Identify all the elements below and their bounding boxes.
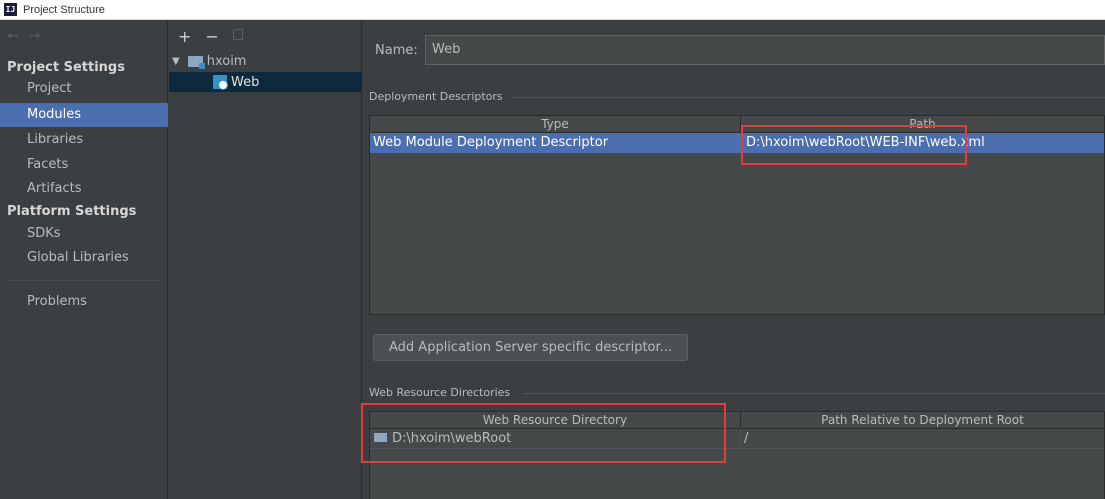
nav-arrows: ← → — [7, 28, 40, 44]
name-input[interactable]: Web — [425, 35, 1105, 65]
add-icon[interactable]: + — [178, 27, 191, 46]
add-server-descriptor-button[interactable]: Add Application Server specific descript… — [373, 334, 689, 361]
copy-icon[interactable] — [232, 29, 243, 40]
title-bar: IJ Project Structure — [0, 0, 1105, 20]
web-folder-icon — [374, 433, 387, 442]
sidebar-item-problems[interactable]: Problems — [0, 290, 168, 314]
resource-dir-label: D:\hxoim\webRoot — [392, 431, 512, 446]
group-divider — [523, 393, 1105, 394]
table-row[interactable]: D:\hxoim\webRoot / — [370, 429, 1104, 449]
module-folder-icon — [187, 55, 205, 69]
sidebar-item-project[interactable]: Project — [0, 77, 168, 101]
column-header-type[interactable]: Type — [370, 116, 741, 132]
sidebar-divider — [8, 280, 160, 281]
resource-dir-cell: D:\hxoim\webRoot — [370, 429, 741, 448]
table-row[interactable]: Web Module Deployment Descriptor D:\hxoi… — [370, 133, 1104, 153]
project-settings-header: Project Settings — [7, 60, 125, 75]
descriptor-type-cell: Web Module Deployment Descriptor — [373, 135, 609, 150]
platform-settings-header: Platform Settings — [7, 204, 137, 219]
tree-node-label: hxoim — [206, 53, 247, 69]
web-facet-icon — [213, 75, 228, 90]
relative-path-cell: / — [743, 431, 749, 446]
group-divider — [513, 97, 1105, 98]
tree-node-label: Web — [231, 74, 260, 90]
sidebar-item-global-libraries[interactable]: Global Libraries — [0, 246, 168, 270]
sidebar-item-sdks[interactable]: SDKs — [0, 222, 168, 246]
deployment-descriptors-table[interactable]: Type Path Web Module Deployment Descript… — [369, 115, 1105, 315]
remove-icon[interactable]: − — [205, 27, 218, 46]
table-header: Web Resource Directory Path Relative to … — [370, 412, 1104, 429]
sidebar-item-modules[interactable]: Modules — [0, 103, 168, 127]
name-label: Name: — [375, 43, 418, 58]
forward-arrow-icon[interactable]: → — [29, 28, 41, 44]
column-header-path[interactable]: Path — [741, 116, 1104, 132]
sidebar-item-facets[interactable]: Facets — [0, 153, 168, 177]
intellij-logo-icon: IJ — [4, 3, 17, 16]
table-header: Type Path — [370, 116, 1104, 133]
deployment-descriptors-title: Deployment Descriptors — [369, 90, 503, 103]
column-header-path-relative[interactable]: Path Relative to Deployment Root — [741, 412, 1104, 428]
sidebar-item-libraries[interactable]: Libraries — [0, 128, 168, 152]
facet-settings-panel: Name: Web Deployment Descriptors Type Pa… — [363, 21, 1105, 499]
descriptor-path-cell: D:\hxoim\webRoot\WEB-INF\web.xml — [745, 135, 985, 150]
column-header-web-resource-directory[interactable]: Web Resource Directory — [370, 412, 741, 428]
web-resource-directories-table[interactable]: Web Resource Directory Path Relative to … — [369, 411, 1105, 499]
tree-toolbar: + − — [178, 27, 243, 46]
expand-triangle-icon[interactable]: ▼ — [172, 56, 180, 67]
module-tree-panel: + − ▼ hxoim Web — [169, 21, 362, 499]
back-arrow-icon[interactable]: ← — [7, 28, 19, 44]
sidebar-item-artifacts[interactable]: Artifacts — [0, 177, 168, 201]
web-resource-directories-title: Web Resource Directories — [369, 386, 511, 399]
window-title: Project Structure — [23, 3, 105, 16]
tree-node-hxoim[interactable]: ▼ hxoim — [169, 51, 246, 71]
tree-node-web[interactable]: Web — [169, 72, 362, 92]
settings-sidebar: ← → Project Settings Project Modules Lib… — [0, 21, 168, 499]
